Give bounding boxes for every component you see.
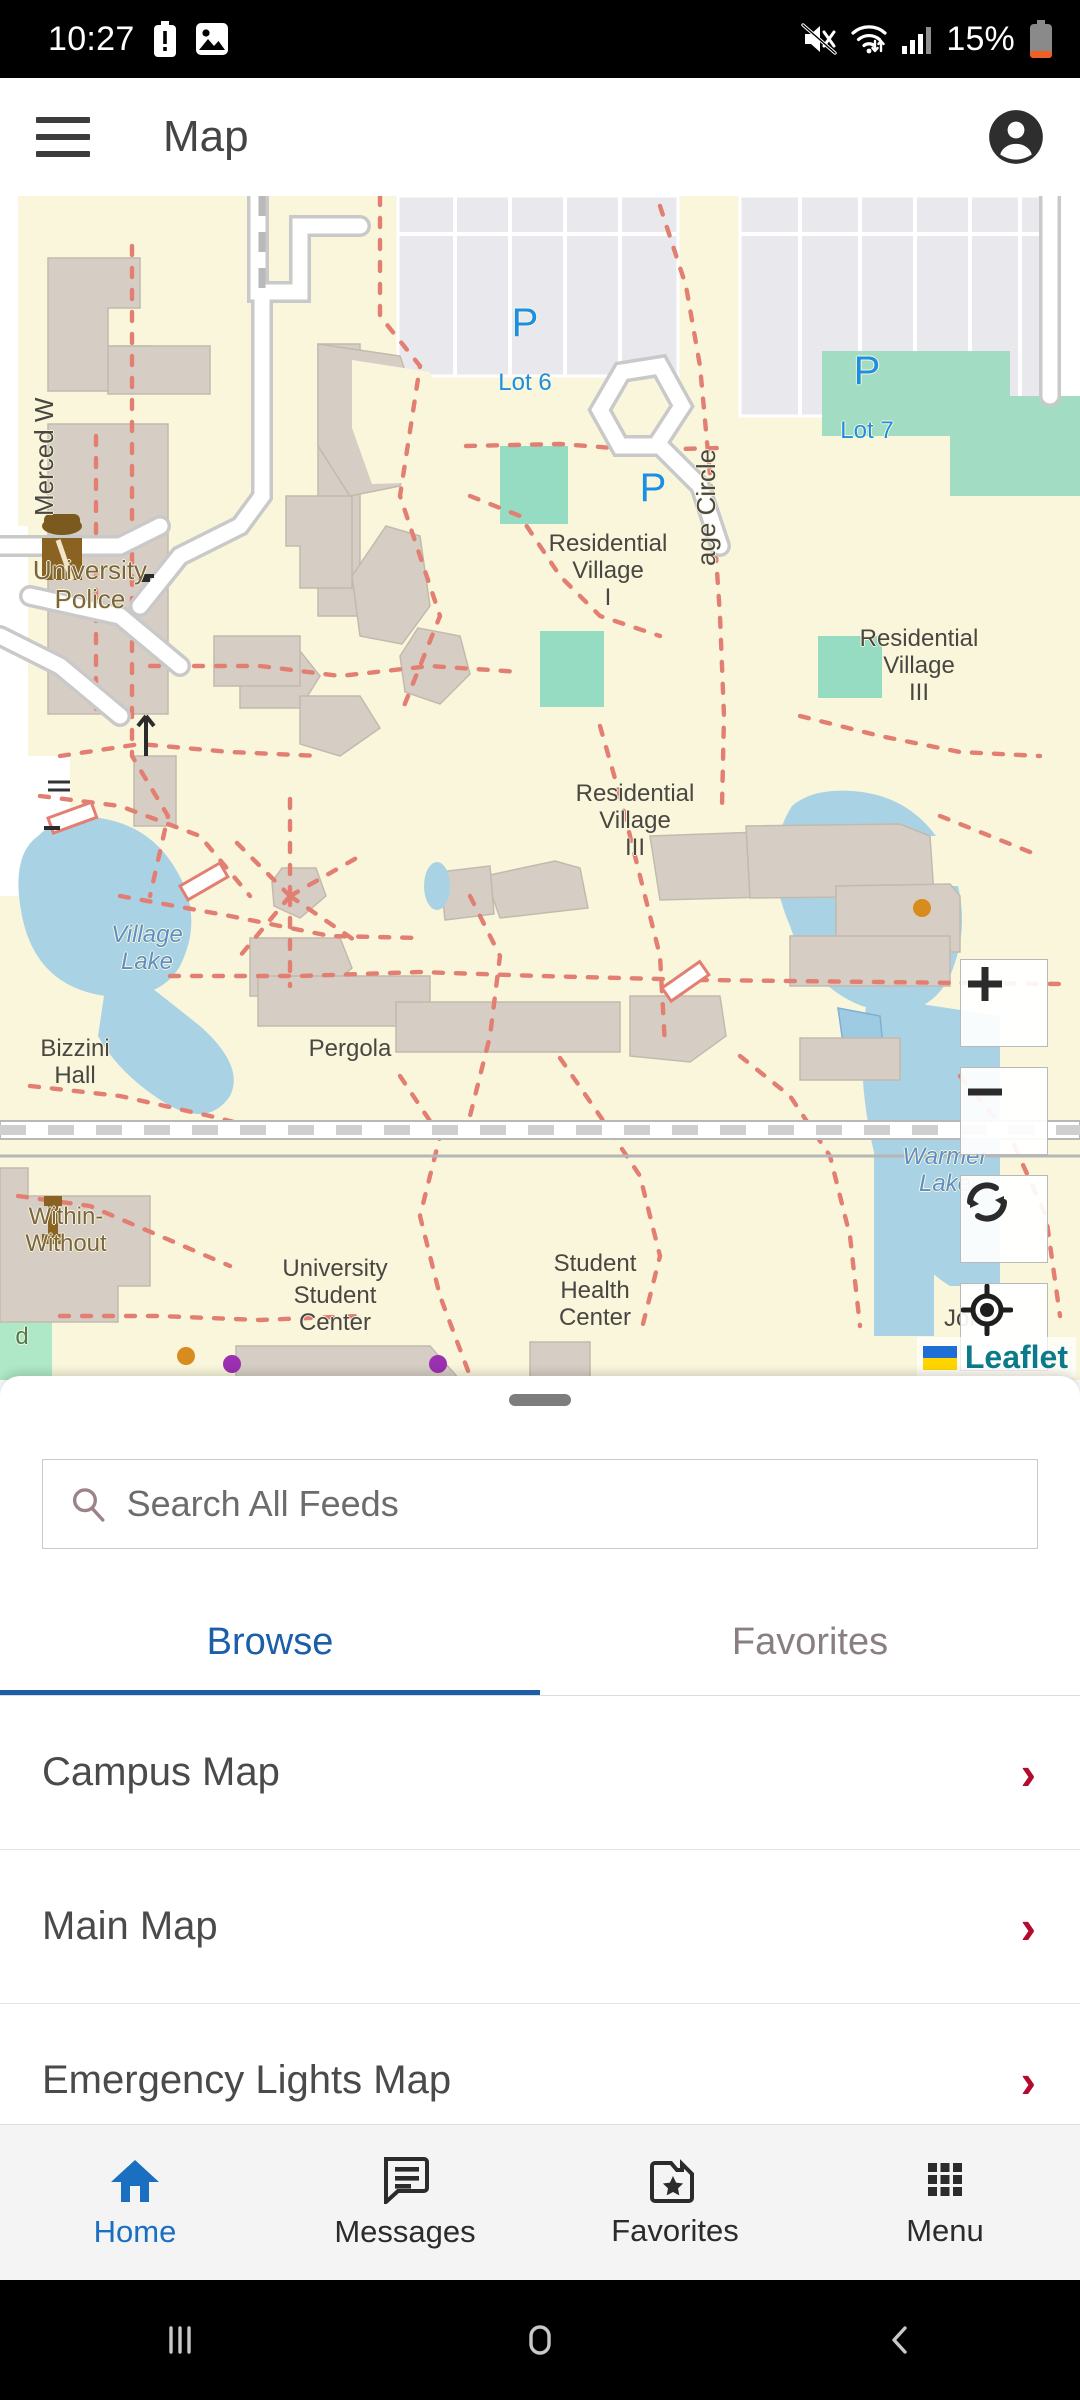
list-item-main-map[interactable]: Main Map › — [0, 1850, 1080, 2004]
list-item-campus-map[interactable]: Campus Map › — [0, 1696, 1080, 1850]
list-item-label: Main Map — [42, 1904, 218, 1948]
leaflet-label: Leaflet — [964, 1339, 1068, 1375]
crosshair-icon — [961, 1284, 1013, 1336]
cellular-signal-icon — [902, 27, 932, 54]
list-item-label: Emergency Lights Map — [42, 2058, 452, 2102]
image-icon — [195, 23, 228, 55]
nav-item-menu[interactable]: Menu — [810, 2157, 1080, 2249]
app-bar: Map — [0, 78, 1080, 196]
tab-browse[interactable]: Browse — [0, 1599, 540, 1695]
phone-screen: 10:27 15% Map Merced W University Police… — [0, 0, 1080, 2400]
page-title: Map — [163, 112, 249, 161]
home-icon — [111, 2159, 159, 2202]
refresh-icon — [967, 1182, 1007, 1222]
map-zoom-out-button[interactable] — [960, 1067, 1048, 1155]
android-navigation-bar — [0, 2280, 1080, 2400]
nav-item-label: Home — [93, 2213, 177, 2249]
search-icon — [72, 1488, 105, 1522]
sheet-tabs: Browse Favorites — [0, 1599, 1080, 1696]
bottom-navigation: Home Messages Favorites Menu — [0, 2124, 1080, 2280]
message-icon — [384, 2156, 429, 2204]
status-bar-left: 10:27 — [48, 20, 229, 59]
sheet-drag-handle[interactable] — [509, 1394, 571, 1406]
recents-icon — [169, 2326, 191, 2354]
nav-item-favorites[interactable]: Favorites — [540, 2157, 810, 2249]
home-square-icon — [529, 2325, 551, 2355]
hamburger-menu-icon[interactable] — [36, 117, 90, 157]
search-section — [42, 1459, 1038, 1549]
battery-alert-icon — [153, 21, 176, 57]
minus-icon — [968, 1088, 1002, 1096]
list-item-label: Campus Map — [42, 1750, 280, 1794]
tab-favorites[interactable]: Favorites — [540, 1599, 1080, 1695]
nav-item-label: Favorites — [611, 2212, 739, 2248]
ukraine-flag-icon — [922, 1345, 957, 1370]
police-marker-icon — [42, 514, 82, 581]
wifi-icon — [851, 25, 887, 54]
volume-mute-icon — [801, 23, 838, 55]
map-zoom-in-button[interactable] — [960, 959, 1048, 1047]
recents-button[interactable] — [0, 2319, 360, 2361]
status-bar-right: 15% — [801, 20, 1054, 59]
back-button[interactable] — [720, 2319, 1080, 2361]
back-chevron-icon — [892, 2326, 907, 2354]
nav-item-label: Messages — [334, 2213, 476, 2249]
account-circle-icon[interactable] — [988, 109, 1044, 165]
search-box[interactable] — [42, 1459, 1038, 1549]
map-graphics — [0, 196, 1080, 1380]
status-clock: 10:27 — [48, 19, 135, 58]
battery-icon — [1030, 20, 1052, 58]
map-refresh-button[interactable] — [960, 1175, 1048, 1263]
feed-list: Campus Map › Main Map › Emergency Lights… — [0, 1696, 1080, 2158]
map-canvas[interactable]: Merced W University Police age Circle P … — [0, 196, 1080, 1380]
nav-item-messages[interactable]: Messages — [270, 2156, 540, 2250]
status-bar: 10:27 15% — [0, 0, 1080, 78]
battery-percent: 15% — [946, 19, 1015, 58]
chevron-right-icon: › — [1020, 1746, 1036, 1799]
nav-item-home[interactable]: Home — [0, 2156, 270, 2250]
search-input[interactable] — [126, 1483, 1011, 1525]
chevron-right-icon: › — [1020, 1900, 1036, 1953]
plus-icon — [968, 967, 1002, 1001]
folder-star-icon — [650, 2158, 694, 2203]
chevron-right-icon: › — [1020, 2054, 1036, 2107]
leaflet-attribution[interactable]: Leaflet — [916, 1337, 1076, 1378]
bottom-sheet: Browse Favorites Campus Map › Main Map ›… — [0, 1376, 1080, 2158]
home-button[interactable] — [360, 2319, 720, 2361]
grid-menu-icon — [928, 2162, 962, 2196]
nav-item-label: Menu — [906, 2212, 984, 2248]
